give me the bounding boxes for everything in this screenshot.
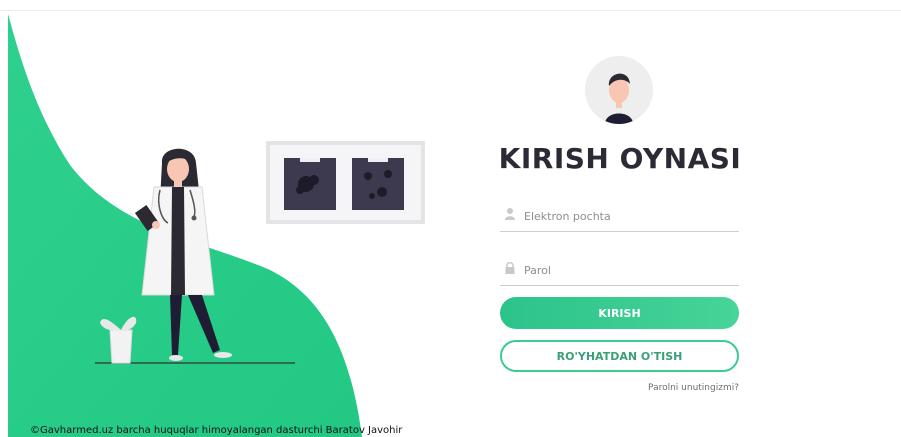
login-button[interactable]: KIRISH [500, 297, 739, 329]
xray-film [352, 158, 404, 210]
footer-copyright: ©Gavharmed.uz barcha huquqlar himoyalang… [30, 425, 403, 436]
register-button[interactable]: RO'YHATDAN O'TISH [500, 340, 739, 372]
xray-frame [266, 141, 425, 224]
user-avatar-icon [585, 56, 653, 124]
password-input[interactable] [522, 255, 736, 285]
password-field [500, 255, 739, 286]
email-input[interactable] [522, 201, 736, 231]
lock-icon [505, 262, 515, 274]
xray-film [284, 158, 336, 210]
page-title: KIRISH OYNASI [498, 142, 742, 175]
email-field [500, 201, 739, 232]
forgot-password-link[interactable]: Parolni unutingizmi? [600, 383, 739, 393]
user-icon [505, 208, 515, 220]
